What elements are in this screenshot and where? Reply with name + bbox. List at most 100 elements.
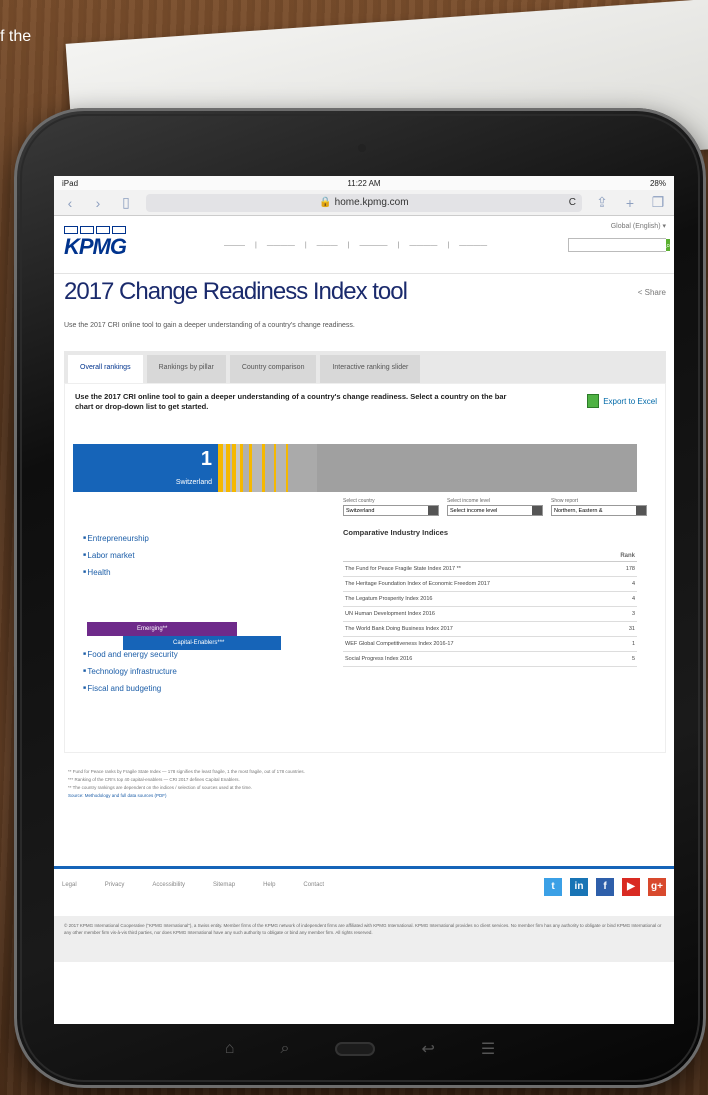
facebook-icon[interactable]: f (596, 878, 614, 896)
footer-divider (54, 866, 674, 869)
language-select[interactable]: Global (English) ▾ (611, 222, 666, 230)
pillar-item[interactable]: Technology infrastructure (83, 667, 178, 676)
lock-icon: 🔒 (319, 197, 335, 208)
pillar-list-lower: Food and energy security Technology infr… (83, 650, 178, 701)
country-select[interactable]: Select country Switzerland (343, 498, 439, 516)
back-icon[interactable]: ‹ (62, 195, 78, 211)
home-button[interactable] (335, 1042, 376, 1056)
table-row: The Heritage Foundation Index of Economi… (343, 576, 637, 592)
twitter-icon[interactable]: t (544, 878, 562, 896)
pillar-list: Entrepreneurship Labor market Health (83, 534, 149, 585)
table-row: Social Progress Index 2016 5 (343, 651, 637, 667)
comparative-indices: Comparative Industry Indices Rank The Fu… (343, 528, 637, 667)
excel-icon (587, 394, 600, 408)
country-bar[interactable] (264, 444, 275, 492)
search-icon[interactable]: ⌕ (666, 239, 671, 251)
nav-item[interactable]: ———— (267, 242, 295, 249)
share-link[interactable]: < Share (638, 288, 666, 297)
address-bar[interactable]: 🔒 home.kpmg.com C (146, 193, 582, 212)
income-select[interactable]: Select income level Select income level (447, 498, 543, 516)
intro-text: Use the 2017 CRI online tool to gain a d… (64, 322, 355, 329)
tab-country-comparison[interactable]: Country comparison (229, 355, 317, 383)
camera (358, 144, 366, 152)
tablet-screen: iPad 11:22 AM 28% ‹ › ▯ 🔒 home.kpmg.com … (54, 176, 674, 1024)
capital-enablers-tag: Capital-Enablers*** (123, 636, 281, 650)
footnotes: ** Fund for Peace ranks by Fragile State… (68, 769, 305, 800)
table-row: The Legatum Prosperity Index 2016 4 (343, 591, 637, 607)
table-row: The Fund for Peace Fragile State Index 2… (343, 561, 637, 577)
footer-link-sitemap[interactable]: Sitemap (213, 882, 235, 888)
nav-item[interactable]: ———— (359, 242, 387, 249)
pillar-item[interactable]: Labor market (83, 551, 149, 560)
googleplus-icon[interactable]: g+ (648, 878, 666, 896)
region-select[interactable]: Show report Northern, Eastern & (551, 498, 647, 516)
country-bar[interactable] (276, 444, 286, 492)
reload-icon[interactable]: C (569, 197, 576, 208)
indices-table: Rank The Fund for Peace Fragile State In… (343, 551, 637, 667)
table-row: WEF Global Competitiveness Index 2016-17… (343, 636, 637, 652)
search-input[interactable] (569, 239, 666, 251)
export-button[interactable]: Export to Excel (587, 394, 657, 408)
pillar-item[interactable]: Health (83, 568, 149, 577)
status-device: iPad (62, 178, 79, 188)
status-bar: iPad 11:22 AM 28% (54, 176, 674, 190)
tabs-icon[interactable]: ❐ (650, 194, 666, 211)
logo-boxes (64, 226, 126, 234)
footer-links: Legal Privacy Accessibility Sitemap Help… (62, 882, 324, 888)
new-tab-icon[interactable]: + (622, 195, 638, 211)
rank-country: Switzerland (175, 479, 212, 486)
top-nav: ——— | ———— | ——— | ———— | ———— | ———— (224, 242, 488, 249)
nav-item[interactable]: ———— (459, 242, 487, 249)
nav-item[interactable]: ——— (224, 242, 245, 249)
footer-link-legal[interactable]: Legal (62, 882, 77, 888)
bookmarks-icon[interactable]: ▯ (118, 194, 134, 211)
rank-header: Rank (343, 551, 637, 562)
filter-selectors: Select country Switzerland Select income… (343, 498, 647, 516)
page-title: 2017 Change Readiness Index tool (64, 278, 408, 305)
social-icons: t in f ▶ g+ (544, 878, 666, 896)
site-header: KPMG ——— | ———— | ——— | ———— | ———— | ———— Gl… (54, 216, 674, 274)
country-bar[interactable] (316, 444, 637, 492)
browser-toolbar: ‹ › ▯ 🔒 home.kpmg.com C ⇪ + ❐ (54, 190, 674, 216)
nav-item[interactable]: ——— (317, 242, 338, 249)
pillar-item[interactable]: Entrepreneurship (83, 534, 148, 543)
tab-panel: Use the 2017 CRI online tool to gain a d… (64, 383, 666, 753)
tab-interactive-slider[interactable]: Interactive ranking slider (320, 355, 421, 383)
status-time: 11:22 AM (347, 178, 381, 188)
table-row: UN Human Development Index 2016 3 (343, 606, 637, 622)
tablet-device: iPad 11:22 AM 28% ‹ › ▯ 🔒 home.kpmg.com … (14, 108, 706, 1088)
country-bar[interactable] (287, 444, 317, 492)
country-bar[interactable] (251, 444, 262, 492)
menu-key-icon[interactable]: ☰ (481, 1039, 495, 1059)
pillar-item[interactable]: Fiscal and budgeting (83, 684, 178, 693)
linkedin-icon[interactable]: in (570, 878, 588, 896)
methodology-link[interactable]: Source: Methodology and full data source… (68, 792, 305, 800)
back-key-icon[interactable]: ↩ (421, 1039, 434, 1059)
country-bars[interactable] (218, 444, 637, 492)
tab-strip: Overall rankings Rankings by pillar Coun… (64, 351, 666, 383)
indices-title: Comparative Industry Indices (343, 528, 449, 537)
ranking-bar-chart[interactable]: 1 Switzerland (73, 444, 637, 492)
device-keys: ⌂ ⌕ ↩ ☰ (14, 1032, 706, 1066)
kpmg-logo[interactable]: KPMG (64, 234, 127, 260)
footer-link-accessibility[interactable]: Accessibility (152, 882, 185, 888)
youtube-icon[interactable]: ▶ (622, 878, 640, 896)
search-key-icon[interactable]: ⌕ (280, 1040, 289, 1058)
footer-link-privacy[interactable]: Privacy (105, 882, 125, 888)
tab-rankings-by-pillar[interactable]: Rankings by pillar (146, 355, 226, 383)
emerging-tag: Emerging** (87, 622, 237, 636)
pillar-item[interactable]: Food and energy security (83, 650, 177, 659)
footer-link-contact[interactable]: Contact (303, 882, 324, 888)
tab-overall-rankings[interactable]: Overall rankings (68, 355, 143, 383)
page-text-fragment: f the (0, 28, 32, 45)
footer-link-help[interactable]: Help (263, 882, 275, 888)
forward-icon[interactable]: › (90, 195, 106, 211)
home-key-icon[interactable]: ⌂ (225, 1040, 235, 1058)
status-battery: 28% (649, 178, 666, 188)
site-search: ⌕ (568, 238, 671, 252)
selected-country-bar[interactable]: 1 Switzerland (73, 444, 218, 492)
url-text: home.kpmg.com (334, 197, 409, 208)
nav-item[interactable]: ———— (409, 242, 437, 249)
rank-number: 1 (200, 448, 212, 470)
share-icon[interactable]: ⇪ (594, 194, 610, 211)
